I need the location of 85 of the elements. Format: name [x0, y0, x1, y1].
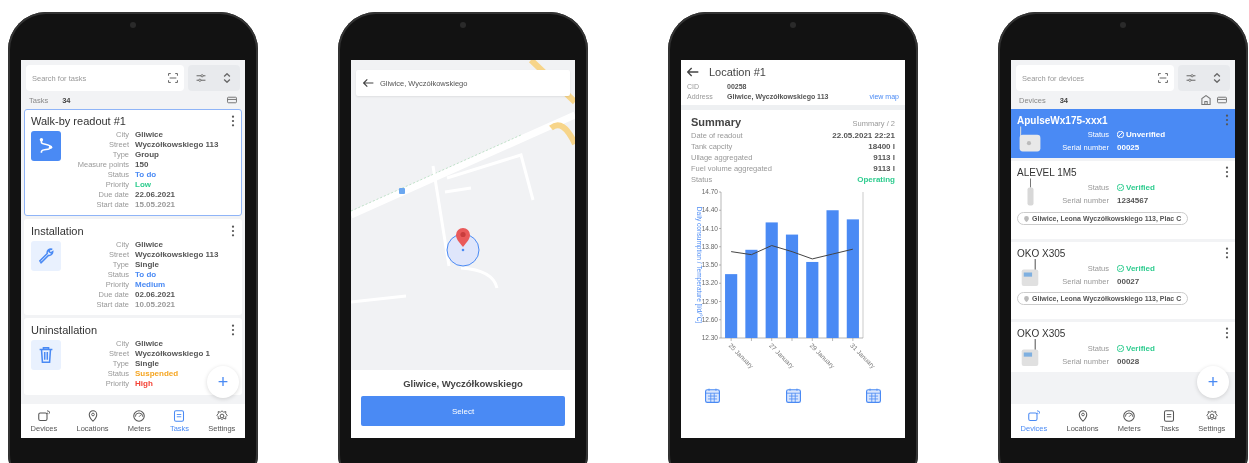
device-photo-drawing [1021, 339, 1039, 366]
scan-icon[interactable] [168, 73, 178, 83]
field-value: Group [135, 151, 159, 160]
field-value: Wyczółkowskiego 113 [135, 250, 219, 259]
gauge-icon [133, 409, 146, 422]
location-pin-icon [1024, 295, 1029, 302]
field-value: Gliwice [135, 131, 163, 140]
field-value: Suspended [135, 370, 179, 379]
field-value: Gliwice [135, 240, 163, 249]
back-arrow-icon[interactable] [363, 78, 374, 88]
summary-value: Operating [857, 175, 895, 184]
field-value: To do [135, 270, 157, 279]
settings-icon [1205, 409, 1218, 422]
field-value: 15.05.2021 [135, 201, 176, 210]
summary-value: 9113 l [873, 153, 895, 162]
field-value: High [135, 380, 153, 389]
location-marker-icon [446, 225, 480, 267]
task-title: Installation [31, 224, 84, 237]
settings-icon [215, 409, 228, 422]
status-value: Verified [1117, 343, 1155, 353]
device-photo-drawing [1021, 259, 1039, 286]
document-icon [1163, 409, 1176, 422]
more-options-icon[interactable] [231, 324, 235, 336]
wrench-icon [38, 247, 54, 264]
field-value: 00028 [1117, 356, 1140, 366]
device-name: OKO X305 [1017, 327, 1066, 339]
route-icon [38, 138, 54, 154]
more-options-icon[interactable] [1225, 247, 1229, 259]
task-title: Walk-by readout #1 [31, 115, 126, 127]
document-icon [173, 409, 186, 422]
card-view-icon[interactable] [227, 95, 237, 105]
field-value: 02.06.2021 [135, 290, 176, 299]
device-name: ApulseWx175-xxx1 [1017, 114, 1108, 126]
summary-value: 18400 l [868, 142, 895, 151]
building-icon[interactable] [1201, 95, 1211, 105]
gauge-icon [1123, 409, 1136, 422]
status-value: Verified [1117, 183, 1155, 192]
device-photo-drawing [1019, 126, 1041, 152]
sort-icon [1212, 73, 1222, 83]
field-value: 150 [135, 161, 149, 170]
status-value: Verified [1117, 263, 1155, 273]
device-name: ALEVEL 1M5 [1017, 166, 1077, 178]
calendar-icon[interactable] [866, 388, 881, 403]
card-view-icon[interactable] [1217, 95, 1227, 105]
location-pin-icon [1076, 409, 1089, 422]
task-title: Uninstallation [31, 324, 98, 336]
more-options-icon[interactable] [1225, 327, 1229, 339]
back-arrow-icon[interactable] [687, 67, 699, 77]
field-value: 22.06.2021 [135, 191, 176, 200]
device-name: OKO X305 [1017, 247, 1066, 259]
sort-icon [222, 73, 232, 83]
field-value: Low [135, 181, 151, 190]
summary-value: 9113 l [873, 164, 895, 173]
location-pin-icon [1024, 215, 1029, 222]
device-icon [37, 409, 50, 422]
more-options-icon[interactable] [231, 224, 235, 237]
check-circle-icon [1117, 344, 1124, 352]
filter-icon [1186, 73, 1196, 83]
status-value: Unverified [1117, 130, 1166, 139]
field-value: 1234567 [1117, 196, 1149, 205]
field-value: Wyczółkowskiego 1 [135, 350, 210, 359]
check-circle-icon [1117, 264, 1124, 272]
section-title: Summary [691, 116, 742, 128]
filter-icon [196, 73, 206, 83]
summary-value: 22.05.2021 22:21 [832, 131, 895, 140]
field-value: Single [135, 260, 159, 269]
more-options-icon[interactable] [1225, 166, 1229, 178]
page-title: Location #1 [709, 66, 766, 78]
calendar-icon[interactable] [705, 388, 720, 403]
field-value: Medium [135, 280, 166, 289]
device-photo-drawing [1026, 178, 1034, 206]
scan-icon[interactable] [1158, 73, 1168, 83]
check-circle-icon [1117, 184, 1124, 191]
blocked-icon [1117, 131, 1124, 138]
trash-icon [38, 347, 54, 363]
more-options-icon[interactable] [231, 115, 235, 127]
place-title: Gliwice, Wyczółkowskiego [403, 378, 523, 389]
field-value: Gliwice [135, 340, 163, 349]
device-icon [1027, 409, 1040, 422]
field-value: 00027 [1117, 276, 1140, 286]
location-pin-icon [86, 409, 99, 422]
field-value: To do [135, 171, 157, 180]
field-value: Wyczółkowskiego 113 [135, 141, 219, 150]
field-value: Single [135, 360, 159, 369]
calendar-icon[interactable] [785, 388, 801, 403]
